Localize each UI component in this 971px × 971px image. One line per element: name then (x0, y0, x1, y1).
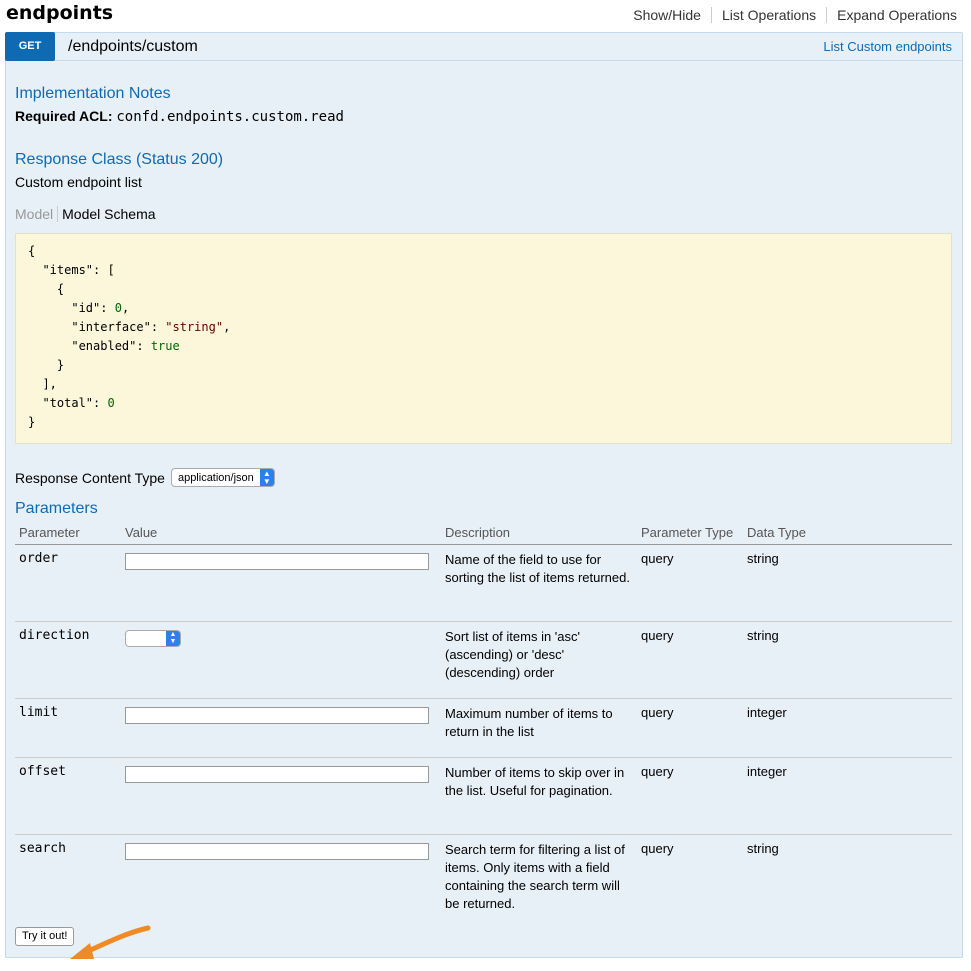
schema-line: } (28, 358, 65, 372)
implementation-notes-heading: Implementation Notes (15, 85, 171, 102)
param-description: Search term for filtering a list of item… (445, 841, 625, 911)
model-tabs: Model Model Schema (15, 206, 160, 222)
operation-heading[interactable]: GET /endpoints/custom List Custom endpoi… (5, 32, 962, 61)
chevron-updown-icon: ▲ ▼ (166, 630, 180, 646)
table-row: direction ▲ ▼ Sort list of items in 'asc'… (15, 621, 952, 699)
column-header: Value (121, 524, 441, 545)
param-type: query (637, 757, 743, 835)
table-header-row: Parameter Value Description Parameter Ty… (15, 524, 952, 545)
search-input[interactable] (125, 842, 429, 860)
operation-summary-link[interactable]: List Custom endpoints (823, 39, 952, 54)
offset-input[interactable] (125, 765, 429, 783)
model-schema-json[interactable]: { "items": [ { "id": 0, "interface": "st… (15, 233, 952, 444)
list-operations-link[interactable]: List Operations (710, 7, 826, 23)
param-description: Sort list of items in 'asc' (ascending) … (441, 621, 637, 699)
required-acl: Required ACL: confd.endpoints.custom.rea… (15, 108, 344, 125)
order-input[interactable] (125, 552, 429, 570)
schema-line: "enabled": true (28, 339, 180, 353)
tab-model-schema[interactable]: Model Schema (62, 206, 159, 222)
param-name: order (15, 544, 121, 622)
chevron-updown-icon: ▲ ▼ (259, 469, 274, 486)
parameters-table: Parameter Value Description Parameter Ty… (15, 524, 952, 922)
schema-line: "items": [ (28, 263, 115, 277)
table-row: offset Number of items to skip over in t… (15, 757, 952, 835)
param-name: direction (15, 621, 121, 699)
param-description: Number of items to skip over in the list… (441, 757, 637, 835)
response-content-type-select[interactable]: application/json ▲ ▼ (170, 468, 275, 487)
param-value-cell (121, 544, 441, 622)
param-value-cell (121, 757, 441, 835)
column-header: Description (441, 524, 637, 545)
resource-header: endpoints Show/Hide List Operations Expa… (0, 0, 971, 32)
show-hide-link[interactable]: Show/Hide (623, 7, 711, 23)
schema-line: { (28, 282, 65, 296)
schema-line: ], (28, 377, 57, 391)
schema-line: "interface": "string", (28, 320, 231, 334)
table-row: limit Maximum number of items to return … (15, 698, 952, 758)
schema-line: "total": 0 (28, 396, 115, 410)
column-header: Data Type (743, 524, 952, 545)
param-data-type: string (743, 621, 952, 699)
param-data-type: integer (743, 757, 952, 835)
param-description: Maximum number of items to return in the… (441, 698, 637, 758)
table-row: order Name of the field to use for sorti… (15, 544, 952, 622)
param-description: Name of the field to use for sorting the… (441, 544, 637, 622)
param-data-type: string (743, 544, 952, 622)
response-content-type-value: application/json (177, 471, 254, 484)
param-name: search (19, 840, 66, 856)
annotation-arrow-icon (70, 925, 151, 959)
schema-line: } (28, 415, 36, 429)
param-type: query (637, 698, 743, 758)
column-header: Parameter Type (637, 524, 743, 545)
param-value-cell (121, 698, 441, 758)
param-type: query (637, 544, 743, 622)
response-class-heading: Response Class (Status 200) (15, 151, 224, 168)
resource-actions: Show/Hide List Operations Expand Operati… (623, 7, 957, 23)
operation-path[interactable]: /endpoints/custom (68, 38, 198, 56)
response-content-type: Response Content Type application/json ▲… (15, 468, 275, 487)
expand-operations-link[interactable]: Expand Operations (826, 7, 957, 23)
column-header: Parameter (15, 524, 121, 545)
schema-line: "id": 0, (28, 301, 130, 315)
resource-title[interactable]: endpoints (6, 2, 113, 24)
param-name: limit (15, 698, 121, 758)
schema-line: { (28, 244, 36, 258)
parameters-heading: Parameters (15, 500, 98, 517)
table-row: search Search term for filtering a list … (15, 834, 952, 922)
acl-value: confd.endpoints.custom.read (116, 109, 344, 125)
limit-input[interactable] (125, 706, 429, 724)
direction-select[interactable]: ▲ ▼ (125, 629, 181, 647)
param-data-type: string (747, 840, 779, 856)
param-type: query (641, 840, 674, 856)
param-value-cell: ▲ ▼ (121, 621, 441, 699)
param-type: query (637, 621, 743, 699)
param-data-type: integer (743, 698, 952, 758)
param-value-cell (121, 834, 441, 922)
operation-panel: GET /endpoints/custom List Custom endpoi… (5, 32, 963, 959)
tab-model[interactable]: Model (15, 206, 59, 222)
response-description: Custom endpoint list (15, 174, 142, 190)
acl-label: Required ACL: (15, 108, 113, 124)
response-content-type-label: Response Content Type (15, 469, 165, 486)
http-method-badge[interactable]: GET (5, 32, 55, 61)
param-name: offset (15, 757, 121, 835)
